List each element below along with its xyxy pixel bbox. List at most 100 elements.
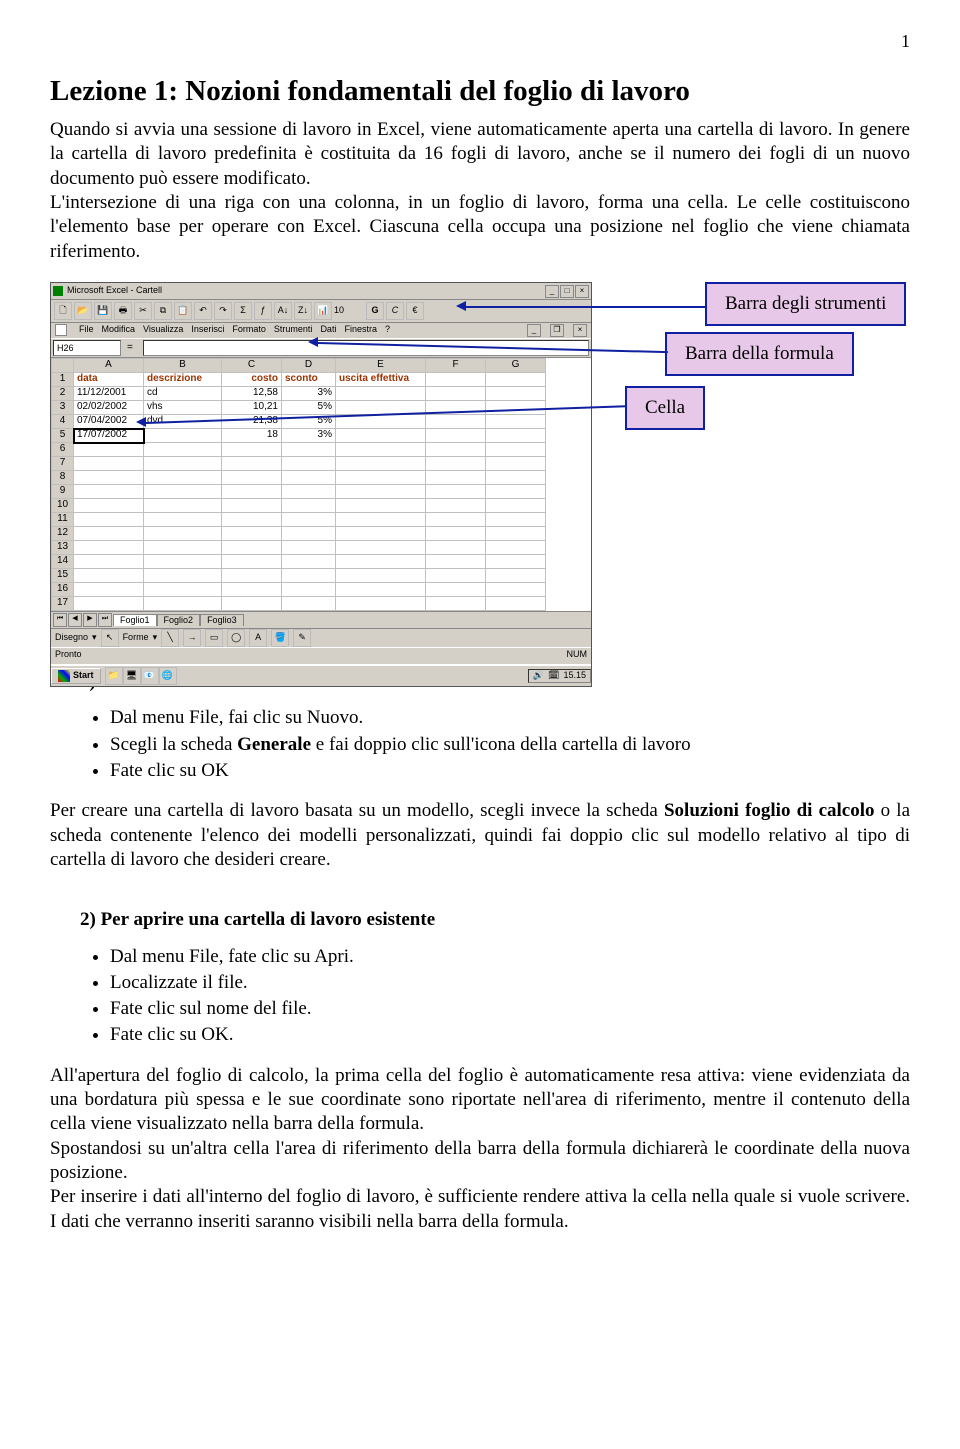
cell[interactable]	[282, 583, 336, 597]
row-header[interactable]: 15	[52, 569, 74, 583]
cell[interactable]	[144, 429, 222, 443]
row-header[interactable]: 14	[52, 555, 74, 569]
row-header[interactable]: 6	[52, 443, 74, 457]
cell[interactable]	[336, 499, 426, 513]
row-header[interactable]: 8	[52, 471, 74, 485]
cell[interactable]	[336, 527, 426, 541]
autosum-icon[interactable]: Σ	[234, 302, 252, 320]
row-header[interactable]: 5	[52, 429, 74, 443]
cell[interactable]	[282, 569, 336, 583]
menu-file[interactable]: File	[79, 324, 94, 337]
open-icon[interactable]: 📂	[74, 302, 92, 320]
cell[interactable]	[282, 471, 336, 485]
cell[interactable]	[486, 429, 546, 443]
selected-cell[interactable]: 17/07/2002	[74, 429, 144, 443]
tray-icon[interactable]: 🗓	[548, 670, 559, 682]
cell[interactable]	[282, 541, 336, 555]
cell[interactable]	[486, 471, 546, 485]
doc-close-button[interactable]: ×	[573, 324, 587, 337]
row-header[interactable]: 2	[52, 387, 74, 401]
tab-prev-icon[interactable]: ◀	[68, 613, 82, 627]
cell[interactable]	[222, 513, 282, 527]
cell[interactable]: cd	[144, 387, 222, 401]
linecolor-icon[interactable]: ✎	[293, 629, 311, 647]
maximize-button[interactable]: □	[560, 285, 574, 298]
col-header-f[interactable]: F	[426, 359, 486, 373]
doc-minimize-button[interactable]: _	[527, 324, 541, 337]
taskbar-item[interactable]: 📧	[141, 667, 159, 685]
cell[interactable]	[336, 387, 426, 401]
cell[interactable]	[336, 513, 426, 527]
cell[interactable]	[486, 513, 546, 527]
row-header[interactable]: 3	[52, 401, 74, 415]
cell[interactable]	[426, 415, 486, 429]
cell[interactable]: 10,21	[222, 401, 282, 415]
cell[interactable]	[282, 597, 336, 611]
cell[interactable]: sconto	[282, 373, 336, 387]
cell[interactable]	[74, 527, 144, 541]
currency-icon[interactable]: €	[406, 302, 424, 320]
taskbar-item[interactable]: 🌐	[159, 667, 177, 685]
cell[interactable]	[426, 429, 486, 443]
line-icon[interactable]: ╲	[161, 629, 179, 647]
function-icon[interactable]: ƒ	[254, 302, 272, 320]
cell[interactable]: descrizione	[144, 373, 222, 387]
cell[interactable]: 02/02/2002	[74, 401, 144, 415]
start-button[interactable]: Start	[51, 668, 101, 684]
menu-insert[interactable]: Inserisci	[191, 324, 224, 337]
taskbar-item[interactable]: 📁	[105, 667, 123, 685]
cell[interactable]	[426, 485, 486, 499]
cell[interactable]	[222, 569, 282, 583]
row-header[interactable]: 17	[52, 597, 74, 611]
cell[interactable]	[144, 569, 222, 583]
cell[interactable]	[426, 457, 486, 471]
cell[interactable]: uscita effettiva	[336, 373, 426, 387]
sort-desc-icon[interactable]: Z↓	[294, 302, 312, 320]
cell[interactable]: 12,58	[222, 387, 282, 401]
oval-icon[interactable]: ◯	[227, 629, 245, 647]
cell[interactable]	[486, 415, 546, 429]
cell[interactable]	[144, 555, 222, 569]
cell[interactable]	[74, 443, 144, 457]
cell[interactable]	[74, 555, 144, 569]
cell[interactable]	[426, 583, 486, 597]
cell[interactable]	[486, 457, 546, 471]
cell[interactable]	[144, 471, 222, 485]
rect-icon[interactable]: ▭	[205, 629, 223, 647]
cell[interactable]	[282, 555, 336, 569]
cell[interactable]	[222, 499, 282, 513]
bold-icon[interactable]: G	[366, 302, 384, 320]
cell[interactable]	[336, 569, 426, 583]
cell[interactable]	[426, 527, 486, 541]
cell[interactable]	[336, 597, 426, 611]
cell[interactable]	[74, 499, 144, 513]
cell[interactable]	[426, 499, 486, 513]
chart-icon[interactable]: 📊	[314, 302, 332, 320]
save-icon[interactable]: 💾	[94, 302, 112, 320]
cell[interactable]	[74, 597, 144, 611]
name-box[interactable]: H26	[53, 340, 121, 356]
cell[interactable]	[486, 569, 546, 583]
copy-icon[interactable]: ⧉	[154, 302, 172, 320]
col-header-d[interactable]: D	[282, 359, 336, 373]
sheet-tab-1[interactable]: Foglio1	[113, 614, 157, 627]
cell[interactable]: 3%	[282, 387, 336, 401]
cell[interactable]: 3%	[282, 429, 336, 443]
arrow-icon[interactable]: →	[183, 629, 201, 647]
drawing-label[interactable]: Disegno	[55, 632, 88, 644]
cell[interactable]	[144, 583, 222, 597]
cell[interactable]	[74, 457, 144, 471]
cell[interactable]: 18	[222, 429, 282, 443]
cell[interactable]	[336, 555, 426, 569]
close-button[interactable]: ×	[575, 285, 589, 298]
cell[interactable]	[144, 527, 222, 541]
cell[interactable]	[282, 457, 336, 471]
cell[interactable]	[426, 373, 486, 387]
row-header[interactable]: 13	[52, 541, 74, 555]
cell[interactable]	[426, 541, 486, 555]
sort-asc-icon[interactable]: A↓	[274, 302, 292, 320]
cell[interactable]: 5%	[282, 401, 336, 415]
row-header[interactable]: 1	[52, 373, 74, 387]
col-header-b[interactable]: B	[144, 359, 222, 373]
forme-label[interactable]: Forme	[123, 632, 149, 644]
